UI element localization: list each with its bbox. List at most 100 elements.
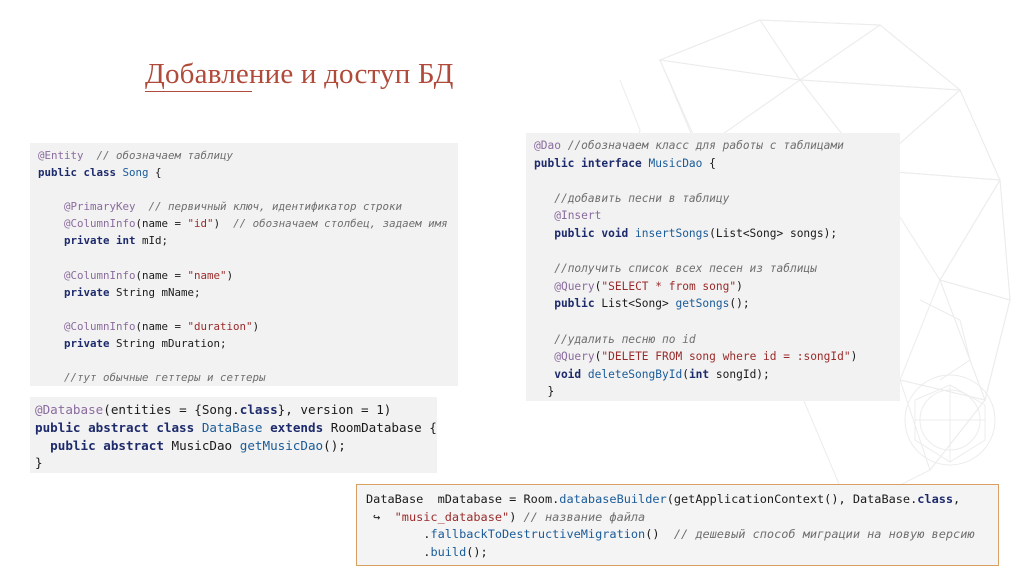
code-token: (getApplicationContext(), DataBase. [666,492,918,506]
title-underline [145,91,252,92]
code-line: @PrimaryKey // первичный ключ, идентифик… [38,198,458,215]
dao-code-block: @Dao //обозначаем класс для работы с таб… [526,133,900,401]
code-token: songId); [715,367,770,381]
code-token: @ColumnInfo [64,217,136,231]
code-line: //удалить песню по id [534,331,900,349]
code-token: public [534,297,602,311]
code-token: DataBase [201,419,263,435]
code-token: . [366,527,431,542]
code-line: private String mDuration; [38,335,458,352]
code-token: // дешевый способ миграции на новую верс… [673,527,975,542]
code-token: (name = [135,319,188,333]
code-token: class [917,492,954,506]
code-token: ↪ [366,509,395,524]
code-line: DataBase mDatabase = Room.databaseBuilde… [366,491,998,509]
code-token: @Query [554,350,595,364]
code-token: (); [323,437,346,453]
code-token: //удалить песню по id [554,332,696,346]
code-line: } [534,383,900,401]
code-token: void [534,367,588,381]
code-token: build [430,544,467,559]
code-token: () [645,527,674,542]
code-token: Song [122,166,149,180]
code-token: "music_database" [394,509,510,524]
code-token: insertSongs [635,226,710,240]
code-token: fallbackToDestructiveMigration [430,527,646,542]
code-token: ) [213,217,234,231]
code-token: @PrimaryKey [64,200,136,214]
database-code-block: @Database(entities = {Song.class}, versi… [30,397,437,473]
code-token: int [688,367,716,381]
code-line: @Query("SELECT * from song") [534,278,900,296]
code-token: class [239,402,278,417]
code-line: @ColumnInfo(name = "name") [38,267,458,284]
code-token: //обозначаем класс для работы с таблицам… [567,139,844,152]
code-token: MusicDao [648,156,703,170]
code-token: @Insert [554,209,602,223]
code-line: .fallbackToDestructiveMigration() // деш… [366,526,998,544]
code-line: public interface MusicDao { [534,155,900,173]
code-line: public class Song { [38,164,458,181]
code-token: // обозначаем таблицу [96,149,234,162]
code-line: //получить список всех песен из таблицы [534,260,900,278]
code-token: private int [38,234,143,248]
code-token: private [38,337,117,351]
code-line: public void insertSongs(List<Song> songs… [534,225,900,243]
code-line: } [35,454,437,472]
code-token: "DELETE FROM song where id = :songId" [601,350,851,364]
code-token: public class [38,166,123,180]
code-token: ) [509,509,524,524]
code-token: // первичный ключ, идентификатор строки [148,200,403,214]
code-token: databaseBuilder [559,492,667,506]
slide-title: Добавление и доступ БД [145,58,454,90]
code-token: "id" [187,217,214,231]
code-line: void deleteSongById(int songId); [534,366,900,384]
code-token: ) [252,319,260,333]
code-token: } [35,455,43,471]
code-token: @Dao [534,139,561,152]
code-line: @Dao //обозначаем класс для работы с таб… [534,137,900,155]
code-token: public interface [534,156,649,170]
code-token: { [702,156,716,170]
code-line: @Entity // обозначаем таблицу [38,147,458,164]
code-token: (entities = {Song. [103,402,240,417]
code-token: } [534,385,555,399]
code-token: . [366,544,431,559]
code-line: public abstract MusicDao getMusicDao(); [35,437,437,455]
code-token: extends [270,419,324,435]
code-token: mId; [142,234,169,248]
code-token: }, version = 1) [277,402,392,417]
code-token: "duration" [187,319,253,333]
code-token: "name" [187,268,227,282]
entity-code-block: @Entity // обозначаем таблицу public clas… [30,143,458,386]
code-token: ) [850,350,858,364]
code-token: public void [534,226,636,240]
code-token: @ColumnInfo [64,319,136,333]
code-token: (); [466,544,488,559]
code-line: @Query("DELETE FROM song where id = :son… [534,348,900,366]
code-line: public List<Song> getSongs(); [534,295,900,313]
code-line: //тут обычные геттеры и сеттеры [38,369,458,386]
builder-code-block: DataBase mDatabase = Room.databaseBuilde… [356,484,999,566]
code-token: //получить список всех песен из таблицы [554,262,817,276]
code-token: ( [682,367,689,381]
code-token: , [953,492,961,506]
code-token: getMusicDao [239,437,324,453]
code-line: @ColumnInfo(name = "id") // обозначаем с… [38,215,458,232]
code-token: // обозначаем столбец, задаем имя [233,217,448,231]
code-token: { [148,166,162,180]
code-line: @ColumnInfo(name = "duration") [38,318,458,335]
